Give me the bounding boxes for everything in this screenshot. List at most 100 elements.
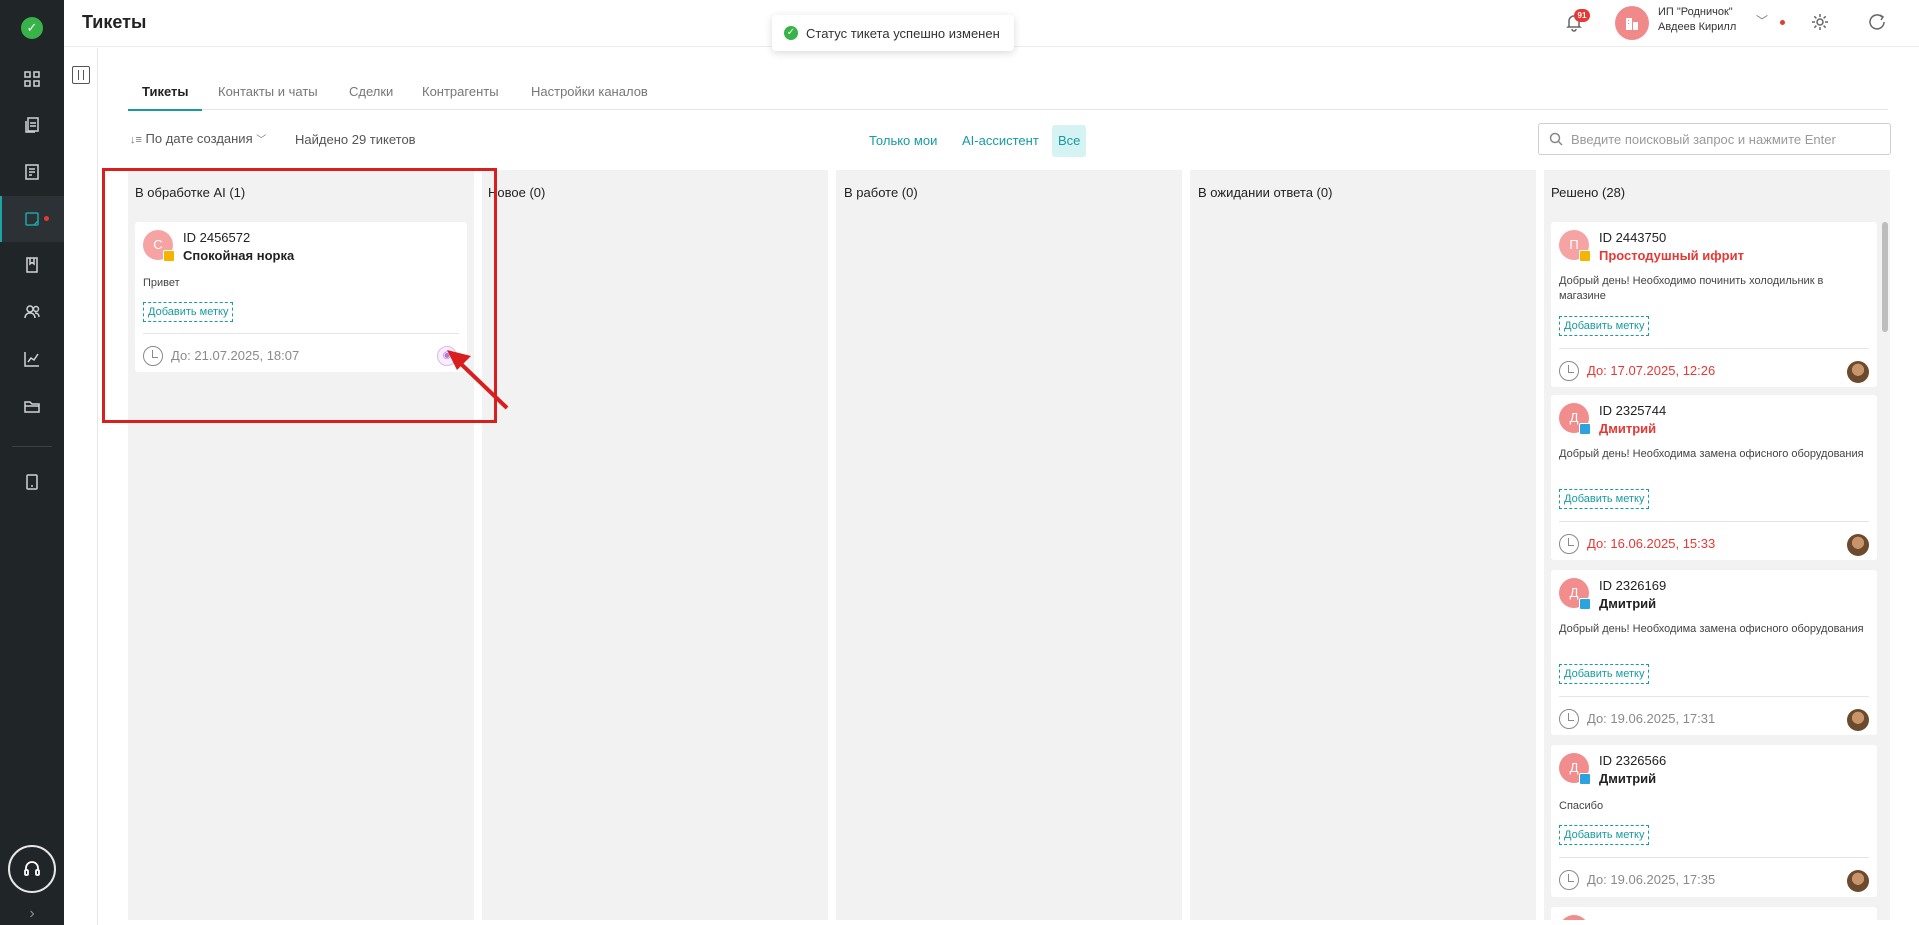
toast-message: Статус тикета успешно изменен	[806, 25, 1000, 41]
tab-deals[interactable]: Сделки	[349, 84, 393, 109]
reports-icon	[25, 164, 39, 180]
card-divider	[1559, 348, 1869, 349]
search-icon	[1549, 132, 1563, 146]
assignee-avatar[interactable]	[1847, 870, 1869, 892]
avatar	[1559, 915, 1589, 920]
found-count: Найдено 29 тикетов	[295, 132, 416, 147]
ticket-due-date: До: 19.06.2025, 17:31	[1587, 711, 1716, 726]
clock-icon	[1559, 870, 1579, 890]
search-input[interactable]	[1571, 131, 1871, 147]
documents-icon	[25, 117, 39, 133]
tablet-icon	[26, 474, 38, 490]
chevron-down-icon[interactable]: ﹀	[1756, 12, 1768, 29]
tab-channel-settings[interactable]: Настройки каналов	[531, 84, 648, 109]
sidebar-item-analytics[interactable]	[0, 336, 64, 382]
app-logo[interactable]: ✓	[21, 17, 43, 39]
main-sidebar: ✓ ›	[0, 0, 64, 925]
ticket-id: ID 2325744	[1599, 403, 1667, 418]
section-tabs: Тикеты Контакты и чаты Сделки Контрагент…	[128, 80, 1888, 111]
filter-all[interactable]: Все	[1052, 125, 1087, 157]
filter-only-mine[interactable]: Только мои	[863, 125, 943, 157]
ticket-due-date: До: 16.06.2025, 15:33	[1587, 536, 1716, 551]
clock-icon	[1559, 534, 1579, 554]
card-divider	[1559, 857, 1869, 858]
tickets-notification-dot	[44, 216, 49, 221]
ticket-due-date: До: 17.07.2025, 12:26	[1587, 363, 1716, 378]
sidebar-item-documents[interactable]	[0, 102, 64, 148]
company-avatar[interactable]	[1615, 6, 1649, 40]
assignee-avatar[interactable]	[1847, 361, 1869, 383]
ticket-id: ID 2443750	[1599, 230, 1667, 245]
column-in-progress: В работе (0)	[836, 170, 1182, 920]
sidebar-item-tickets[interactable]	[0, 196, 64, 242]
add-tag-button[interactable]: Добавить метку	[1559, 316, 1650, 336]
add-tag-button[interactable]: Добавить метку	[1559, 489, 1650, 509]
column-title: В ожидании ответа (0)	[1198, 185, 1333, 200]
ticket-card[interactable]: Д ID 2326169 Дмитрий Добрый день! Необхо…	[1551, 570, 1877, 735]
tab-contacts-chats[interactable]: Контакты и чаты	[218, 84, 318, 109]
sort-icon: ↓≡	[130, 134, 142, 146]
ticket-client-name: Дмитрий	[1599, 596, 1657, 611]
sidebar-expand-icon[interactable]: ›	[0, 905, 64, 925]
building-icon	[1626, 18, 1638, 30]
logout-icon[interactable]	[1868, 12, 1888, 32]
ticket-message: Добрый день! Необходима замена офисного …	[1559, 448, 1864, 460]
tickets-icon	[25, 212, 39, 226]
add-tag-button[interactable]: Добавить метку	[1559, 825, 1650, 845]
sidebar-item-files[interactable]	[0, 383, 64, 429]
ticket-client-name: Дмитрий	[1599, 771, 1657, 786]
add-tag-button[interactable]: Добавить метку	[1559, 664, 1650, 684]
column-title: В работе (0)	[844, 185, 918, 200]
clock-icon	[1559, 361, 1579, 381]
ticket-message: Добрый день! Необходима замена офисного …	[1559, 623, 1864, 635]
filter-ai-assistant[interactable]: AI-ассистент	[956, 125, 1045, 157]
ticket-message: Добрый день! Необходимо починить холодил…	[1559, 275, 1824, 302]
ticket-card-partial[interactable]	[1551, 907, 1877, 920]
sidebar-item-mobile[interactable]	[0, 459, 64, 505]
ticket-due-date: До: 19.06.2025, 17:35	[1587, 872, 1716, 887]
ticket-id: ID 2326169	[1599, 578, 1667, 593]
ticket-message: Спасибо	[1559, 800, 1604, 812]
ticket-card[interactable]: П ID 2443750 Простодушный ифрит Добрый д…	[1551, 222, 1877, 387]
column-scrollbar[interactable]	[1882, 222, 1888, 332]
users-icon	[24, 305, 40, 319]
support-button[interactable]	[8, 845, 56, 893]
page-title: Тикеты	[82, 12, 147, 32]
tab-counterparties[interactable]: Контрагенты	[422, 84, 499, 109]
account-info[interactable]: ИП "Родничок" Авдеев Кирилл	[1658, 5, 1736, 35]
sidebar-item-reports[interactable]	[0, 149, 64, 195]
column-resolved: Решено (28) П ID 2443750 Простодушный иф…	[1544, 170, 1890, 920]
analytics-icon	[24, 352, 39, 367]
telegram-channel-icon	[1579, 598, 1591, 610]
filter-settings-icon[interactable]	[72, 66, 90, 84]
assignee-avatar[interactable]	[1847, 534, 1869, 556]
ticket-id: ID 2326566	[1599, 753, 1667, 768]
gear-icon[interactable]	[1810, 12, 1830, 32]
tab-tickets[interactable]: Тикеты	[128, 84, 203, 111]
telegram-channel-icon	[1579, 773, 1591, 785]
search-box[interactable]	[1538, 123, 1891, 155]
support-headset-icon	[24, 861, 40, 876]
column-new: Новое (0)	[482, 170, 828, 920]
card-divider	[1559, 696, 1869, 697]
ticket-client-name: Дмитрий	[1599, 421, 1657, 436]
notifications-badge: 91	[1574, 9, 1590, 22]
dashboard-icon	[24, 71, 40, 87]
user-name: Авдеев Кирилл	[1658, 21, 1737, 33]
assignee-avatar[interactable]	[1847, 709, 1869, 731]
company-name: ИП "Родничок"	[1658, 6, 1733, 18]
knowledge-base-icon	[26, 257, 38, 273]
clock-icon	[1559, 709, 1579, 729]
sidebar-item-dashboard[interactable]	[0, 56, 64, 102]
sort-dropdown[interactable]: ↓≡ По дате создания ﹀	[130, 131, 266, 146]
sidebar-item-knowledge-base[interactable]	[0, 242, 64, 288]
check-circle-icon: ✓	[784, 26, 798, 40]
ticket-card[interactable]: Д ID 2326566 Дмитрий Спасибо Добавить ме…	[1551, 745, 1877, 897]
card-divider	[1559, 521, 1869, 522]
ticket-card[interactable]: Д ID 2325744 Дмитрий Добрый день! Необхо…	[1551, 395, 1877, 560]
column-title: Решено (28)	[1551, 185, 1626, 200]
sidebar-item-users[interactable]	[0, 289, 64, 335]
ticket-client-name: Простодушный ифрит	[1599, 248, 1744, 263]
filters-panel	[64, 48, 98, 925]
status-dot	[1780, 20, 1785, 25]
